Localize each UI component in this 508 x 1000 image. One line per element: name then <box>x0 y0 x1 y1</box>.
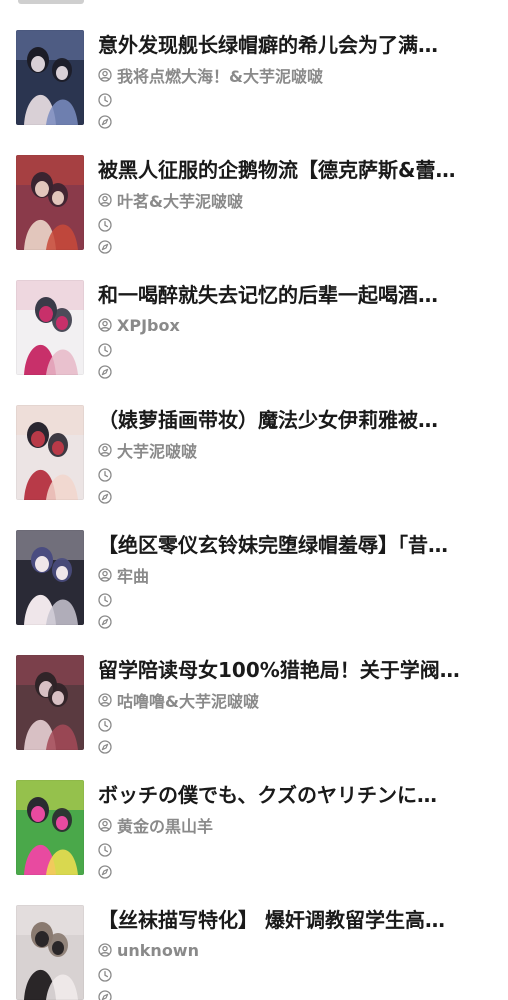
clock-icon <box>98 468 112 482</box>
previous-item-cover-edge <box>18 0 84 4</box>
explore-row <box>98 864 112 883</box>
time-row <box>98 717 112 736</box>
item-title: 和一喝醉就失去记忆的后辈一起喝酒… <box>98 283 438 307</box>
item-title: 意外发现舰长绿帽癖的希儿会为了满… <box>98 33 438 57</box>
clock-icon <box>98 718 112 732</box>
item-author: XPJbox <box>117 315 180 335</box>
explore-row <box>98 239 112 258</box>
list-item[interactable]: 意外发现舰长绿帽癖的希儿会为了满… 我将点燃大海！&大芋泥啵啵 <box>0 30 508 155</box>
list-item[interactable]: 和一喝醉就失去记忆的后辈一起喝酒… XPJbox <box>0 280 508 405</box>
item-author: 大芋泥啵啵 <box>117 442 198 461</box>
clock-icon <box>98 968 112 982</box>
item-title: 【丝袜描写特化】 爆奸调教留学生高… <box>98 908 445 932</box>
item-author: unknown <box>117 940 199 960</box>
compass-icon <box>98 990 112 1000</box>
item-title: 被黑人征服的企鹅物流【德克萨斯&蕾… <box>98 158 456 182</box>
time-row <box>98 467 112 486</box>
cover-thumbnail[interactable] <box>16 530 84 625</box>
item-title: 留学陪读母女100%猎艳局！关于学阀… <box>98 658 460 682</box>
cover-thumbnail[interactable] <box>16 780 84 875</box>
cover-thumbnail[interactable] <box>16 655 84 750</box>
author-row: 叶茗&大芋泥啵啵 <box>98 190 243 211</box>
clock-icon <box>98 593 112 607</box>
item-title: ボッチの僕でも、クズのヤリチンに… <box>98 783 437 807</box>
clock-icon <box>98 843 112 857</box>
cover-thumbnail[interactable] <box>16 905 84 1000</box>
list-item[interactable]: 【绝区零仪玄铃妹完堕绿帽羞辱】「昔… 牢曲 <box>0 530 508 655</box>
time-row <box>98 967 112 986</box>
author-row: unknown <box>98 940 199 960</box>
item-author: 咕噜噜&大芋泥啵啵 <box>117 692 259 711</box>
explore-row <box>98 364 112 383</box>
time-row <box>98 217 112 236</box>
explore-row <box>98 489 112 508</box>
list-item[interactable]: 被黑人征服的企鹅物流【德克萨斯&蕾… 叶茗&大芋泥啵啵 <box>0 155 508 280</box>
item-author: 黄金の黒山羊 <box>117 817 214 836</box>
compass-icon <box>98 240 112 254</box>
compass-icon <box>98 365 112 379</box>
time-row <box>98 92 112 111</box>
list-item[interactable]: 【丝袜描写特化】 爆奸调教留学生高… unknown <box>0 905 508 1000</box>
cover-thumbnail[interactable] <box>16 30 84 125</box>
user-icon <box>98 693 112 707</box>
clock-icon <box>98 218 112 232</box>
item-author: 叶茗&大芋泥啵啵 <box>117 192 243 211</box>
cover-thumbnail[interactable] <box>16 155 84 250</box>
user-icon <box>98 318 112 332</box>
item-title: （婊萝插画带妆）魔法少女伊莉雅被… <box>98 408 438 432</box>
list-item[interactable]: （婊萝插画带妆）魔法少女伊莉雅被… 大芋泥啵啵 <box>0 405 508 530</box>
author-row: 黄金の黒山羊 <box>98 815 214 836</box>
clock-icon <box>98 93 112 107</box>
author-row: 我将点燃大海！&大芋泥啵啵 <box>98 65 323 86</box>
compass-icon <box>98 115 112 129</box>
item-author: 牢曲 <box>117 567 150 586</box>
compass-icon <box>98 615 112 629</box>
time-row <box>98 342 112 361</box>
author-row: 咕噜噜&大芋泥啵啵 <box>98 690 259 711</box>
user-icon <box>98 818 112 832</box>
explore-row <box>98 739 112 758</box>
item-title: 【绝区零仪玄铃妹完堕绿帽羞辱】「昔… <box>98 533 448 557</box>
time-row <box>98 592 112 611</box>
compass-icon <box>98 490 112 504</box>
time-row <box>98 842 112 861</box>
clock-icon <box>98 343 112 357</box>
comic-list: 意外发现舰长绿帽癖的希儿会为了满… 我将点燃大海！&大芋泥啵啵被黑人征服的企鹅物流… <box>0 0 508 1000</box>
author-row: XPJbox <box>98 315 180 335</box>
cover-thumbnail[interactable] <box>16 405 84 500</box>
compass-icon <box>98 740 112 754</box>
compass-icon <box>98 865 112 879</box>
explore-row <box>98 989 112 1000</box>
user-icon <box>98 443 112 457</box>
user-icon <box>98 568 112 582</box>
list-item[interactable]: ボッチの僕でも、クズのヤリチンに… 黄金の黒山羊 <box>0 780 508 905</box>
item-author: 我将点燃大海！&大芋泥啵啵 <box>117 67 323 86</box>
user-icon <box>98 193 112 207</box>
author-row: 牢曲 <box>98 565 150 586</box>
cover-thumbnail[interactable] <box>16 280 84 375</box>
explore-row <box>98 614 112 633</box>
explore-row <box>98 114 112 133</box>
list-item[interactable]: 留学陪读母女100%猎艳局！关于学阀… 咕噜噜&大芋泥啵啵 <box>0 655 508 780</box>
author-row: 大芋泥啵啵 <box>98 440 198 461</box>
user-icon <box>98 943 112 957</box>
user-icon <box>98 68 112 82</box>
